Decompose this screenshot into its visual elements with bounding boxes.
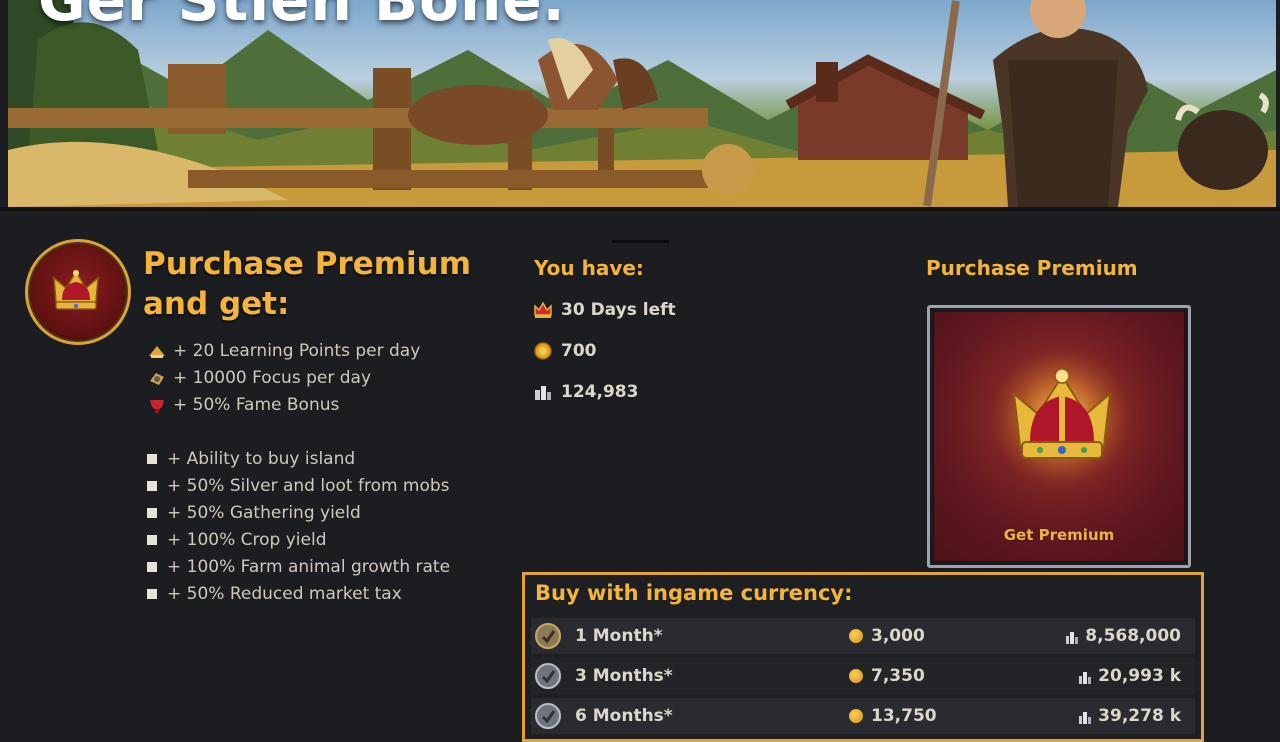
perk-label: + 50% Fame Bonus (173, 395, 340, 415)
perk-fame: + 50% Fame Bonus (147, 394, 339, 416)
silver-stat: 124,983 (533, 380, 638, 404)
benefit-label: + 50% Gathering yield (167, 503, 361, 523)
gold-price-value: 13,750 (871, 706, 937, 726)
bullet-icon (147, 535, 157, 545)
premium-seal-bronze-icon (535, 623, 561, 649)
duration-label: 3 Months* (575, 666, 673, 686)
promo-title-line2: and get: (143, 286, 290, 322)
bullet-icon (147, 454, 157, 464)
premium-seal-silver-icon (535, 663, 561, 689)
perk-label: + 20 Learning Points per day (173, 341, 421, 361)
learning-points-icon (147, 342, 167, 360)
premium-purchase-card[interactable]: Get Premium (927, 305, 1191, 568)
silver-price-value: 39,278 k (1098, 706, 1181, 726)
banner-divider (0, 207, 1280, 211)
gold-price-value: 7,350 (871, 666, 925, 686)
benefit-label: + 100% Farm animal growth rate (167, 557, 451, 577)
you-have-heading: You have: (534, 256, 644, 280)
premium-days-stat: 30 Days left (533, 298, 676, 322)
benefit-item: + 50% Silver and loot from mobs (147, 475, 450, 497)
hero-banner: Ger Stien Bone. (8, 0, 1276, 207)
buy-option-row[interactable]: 1 Month* 3,000 8,568,000 (531, 618, 1195, 654)
gold-coin-icon (849, 709, 863, 723)
gold-value: 700 (561, 341, 597, 361)
benefit-label: + 100% Crop yield (167, 530, 327, 550)
purchase-premium-heading: Purchase Premium (926, 256, 1138, 280)
silver-stack-icon (1078, 669, 1092, 684)
silver-stack-icon (533, 382, 553, 402)
gold-stat: 700 (533, 339, 597, 363)
silver-price: 8,568,000 (1065, 626, 1181, 646)
duration-label: 6 Months* (575, 706, 673, 726)
benefit-label: + 50% Silver and loot from mobs (167, 476, 450, 496)
perk-learning-points: + 20 Learning Points per day (147, 340, 420, 362)
premium-card-inner[interactable]: Get Premium (933, 311, 1185, 562)
perk-label: + 10000 Focus per day (173, 368, 371, 388)
premium-seal-silver-icon (535, 703, 561, 729)
benefit-item: + 50% Reduced market tax (147, 583, 402, 605)
bullet-icon (147, 589, 157, 599)
silver-price-value: 8,568,000 (1085, 626, 1181, 646)
premium-crown-icon (533, 300, 553, 320)
gold-price: 13,750 (849, 706, 937, 726)
buy-panel-title: Buy with ingame currency: (535, 581, 853, 605)
promo-title-line1: Purchase Premium (143, 246, 472, 282)
get-premium-button[interactable]: Get Premium (933, 526, 1185, 544)
benefit-item: + Ability to buy island (147, 448, 355, 470)
section-divider (612, 240, 669, 243)
buy-option-row[interactable]: 3 Months* 7,350 20,993 k (531, 658, 1195, 694)
premium-crown-badge-icon (25, 239, 131, 345)
benefit-item: + 100% Crop yield (147, 529, 327, 551)
silver-value: 124,983 (561, 382, 639, 402)
buy-option-row[interactable]: 6 Months* 13,750 39,278 k (531, 698, 1195, 734)
banner-title: Ger Stien Bone. (38, 0, 566, 34)
silver-stack-icon (1078, 709, 1092, 724)
benefit-item: + 50% Gathering yield (147, 502, 361, 524)
silver-price: 39,278 k (1078, 706, 1181, 726)
benefit-item: + 100% Farm animal growth rate (147, 556, 450, 578)
gold-coin-icon (849, 629, 863, 643)
fame-icon (147, 396, 167, 414)
premium-days-value: 30 Days left (561, 300, 676, 320)
buy-with-currency-panel: Buy with ingame currency: 1 Month* 3,000… (522, 572, 1204, 742)
bullet-icon (147, 508, 157, 518)
silver-price: 20,993 k (1078, 666, 1181, 686)
perk-focus: + 10000 Focus per day (147, 367, 371, 389)
focus-icon (147, 369, 167, 387)
promo-title: Purchase Premium and get: (143, 244, 483, 324)
duration-label: 1 Month* (575, 626, 663, 646)
gold-coin-icon (849, 669, 863, 683)
benefit-label: + Ability to buy island (167, 449, 356, 469)
gold-coin-icon (533, 341, 553, 361)
glowing-crown-icon (982, 338, 1142, 498)
gold-price-value: 3,000 (871, 626, 925, 646)
gold-price: 3,000 (849, 626, 925, 646)
gold-price: 7,350 (849, 666, 925, 686)
silver-price-value: 20,993 k (1098, 666, 1181, 686)
benefit-label: + 50% Reduced market tax (167, 584, 402, 604)
bullet-icon (147, 481, 157, 491)
bullet-icon (147, 562, 157, 572)
silver-stack-icon (1065, 629, 1079, 644)
